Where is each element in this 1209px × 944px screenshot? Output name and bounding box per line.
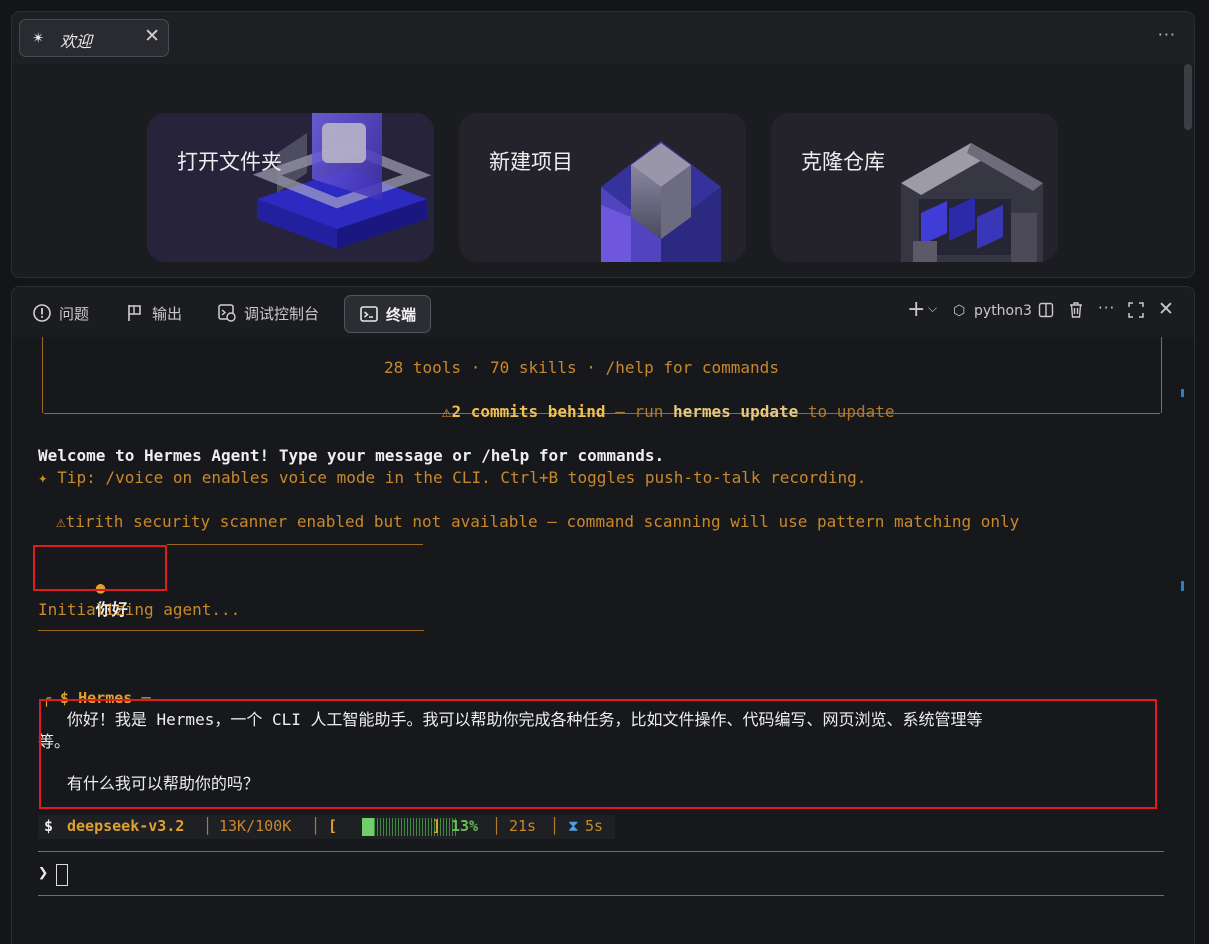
commits-behind-text: 2 commits behind xyxy=(451,402,606,421)
python-shell-selector[interactable]: ⬡ python3 xyxy=(953,301,1032,319)
banner-tools-line: 28 tools · 70 skills · /help for command… xyxy=(384,358,779,377)
tab-terminal[interactable]: 终端 xyxy=(344,295,432,333)
terminal-output[interactable]: 28 tools · 70 skills · /help for command… xyxy=(12,337,1194,944)
terminal-panel: 问题 输出 调试控制台 终端 + ⌵ ⬡ python3 ··· ✕ 28 to… xyxy=(11,286,1195,944)
split-terminal-icon[interactable] xyxy=(1038,302,1054,318)
update-end-text: to update xyxy=(798,402,895,421)
tab-output[interactable]: 输出 xyxy=(125,295,182,331)
prompt-rule-top xyxy=(38,851,1164,852)
close-icon[interactable]: ✕ xyxy=(144,25,160,47)
tirith-warning-text: ⚠tirith security scanner enabled but not… xyxy=(56,512,1020,531)
status-bar: $ deepseek-v3.2 │ 13K/100K │ [ ] 13% │ 2… xyxy=(38,815,615,839)
welcome-tabbar: ✴ 欢迎 ✕ ··· xyxy=(12,12,1194,64)
tab-problems[interactable]: 问题 xyxy=(32,295,89,331)
add-terminal-icon[interactable]: + xyxy=(907,297,925,322)
clone-repository-label: 克隆仓库 xyxy=(801,150,885,174)
progress-percent: 13% xyxy=(451,817,479,835)
tab-debug-console-label: 调试控制台 xyxy=(244,304,320,323)
token-usage: 13K/100K xyxy=(219,817,292,835)
initializing-text: Initializing agent... xyxy=(38,600,241,619)
status-sep-1: │ xyxy=(203,817,213,835)
init-rule xyxy=(38,630,424,631)
open-folder-label: 打开文件夹 xyxy=(177,150,282,174)
close-panel-icon[interactable]: ✕ xyxy=(1158,298,1174,320)
output-icon xyxy=(128,305,141,321)
more-icon[interactable]: ··· xyxy=(1158,25,1176,44)
scroll-marker xyxy=(1181,389,1184,397)
clone-repository-card[interactable]: 克隆仓库 xyxy=(771,113,1058,262)
elapsed-time: 21s xyxy=(509,817,537,835)
banner-update-line: ⚠2 commits behind — run hermes update to… xyxy=(384,379,895,445)
new-project-label: 新建项目 xyxy=(489,150,573,174)
welcome-scrollbar[interactable] xyxy=(1184,64,1192,130)
prompt-glyph: ❯ xyxy=(38,863,49,883)
status-sep-4: │ xyxy=(550,817,560,835)
model-prefix: $ xyxy=(44,817,63,835)
prompt-rule-bottom xyxy=(38,895,1164,896)
welcome-tab-label: 欢迎 xyxy=(60,32,93,51)
banner-border-left xyxy=(42,337,43,413)
warning-icon: ⚠ xyxy=(441,402,452,421)
status-sep-3: │ xyxy=(492,817,502,835)
timer-value: 5s xyxy=(585,817,604,835)
text-cursor[interactable] xyxy=(56,864,68,886)
progress-fill xyxy=(362,818,374,836)
problems-icon xyxy=(33,304,51,322)
maximize-panel-icon[interactable] xyxy=(1127,301,1145,319)
user-message-highlight xyxy=(33,545,167,591)
update-run-text: — run xyxy=(605,402,673,421)
sparkle-icon: ✴ xyxy=(32,29,45,47)
cube-icon: ⬡ xyxy=(953,303,966,319)
shell-name: python3 xyxy=(974,303,1032,319)
banner-border-right xyxy=(1161,337,1162,413)
context-progress-bar xyxy=(362,818,458,836)
open-folder-card[interactable]: 打开文件夹 xyxy=(147,113,434,262)
status-sep-2: │ xyxy=(311,817,321,835)
progress-bracket-close: ] xyxy=(432,817,442,835)
chevron-down-icon[interactable]: ⌵ xyxy=(928,301,937,316)
cube-3d-icon xyxy=(601,141,721,262)
tab-debug-console[interactable]: 调试控制台 xyxy=(217,295,319,331)
welcome-tab[interactable]: ✴ 欢迎 ✕ xyxy=(19,19,169,57)
tab-terminal-label: 终端 xyxy=(386,305,417,324)
panel-tabbar: 问题 输出 调试控制台 终端 + ⌵ ⬡ python3 ··· ✕ xyxy=(12,287,1194,337)
progress-bracket-open: [ xyxy=(328,817,338,835)
model-name: deepseek-v3.2 xyxy=(67,817,185,835)
terminal-icon xyxy=(360,306,378,322)
hourglass-icon: ⧗ xyxy=(568,817,579,835)
welcome-panel: ✴ 欢迎 ✕ ··· 打开文件夹 新建项目 克隆仓库 xyxy=(11,11,1195,278)
scroll-marker xyxy=(1181,581,1184,591)
user-rule-top xyxy=(167,544,423,545)
folder-3d-icon xyxy=(147,113,434,262)
repository-3d-icon xyxy=(901,143,1043,262)
tab-problems-label: 问题 xyxy=(59,304,90,323)
welcome-text: Welcome to Hermes Agent! Type your messa… xyxy=(38,446,665,465)
new-project-card[interactable]: 新建项目 xyxy=(459,113,746,262)
update-command-text: hermes update xyxy=(673,402,799,421)
trash-icon[interactable] xyxy=(1067,301,1085,319)
debug-console-icon xyxy=(218,304,236,322)
more-actions-icon[interactable]: ··· xyxy=(1098,299,1115,317)
reply-highlight xyxy=(39,699,1157,809)
tab-output-label: 输出 xyxy=(152,304,183,323)
tip-text: ✦ Tip: /voice on enables voice mode in t… xyxy=(38,468,867,487)
